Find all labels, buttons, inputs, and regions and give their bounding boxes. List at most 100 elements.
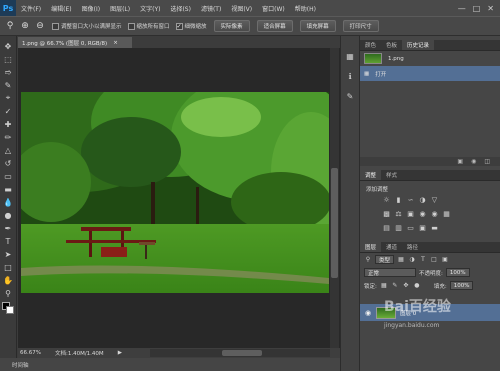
zoom-tool-icon[interactable]: ⚲ [4,20,16,32]
pixel-filter-icon[interactable]: ▦ [397,256,405,264]
history-panel-icon[interactable]: ▦ [344,50,356,62]
exposure-icon[interactable]: ◑ [418,196,427,205]
selective-color-icon[interactable]: ▣ [418,224,427,233]
black-white-icon[interactable]: ▣ [406,210,415,219]
blur-tool-icon[interactable]: 💧 [2,196,15,208]
tab-history[interactable]: 历史记录 [402,40,435,50]
fill-input[interactable]: 100% [449,281,474,290]
history-step-row[interactable]: ▦ 打开 [360,66,500,81]
dodge-tool-icon[interactable]: ● [2,209,15,221]
type-tool-icon[interactable]: T [2,235,15,247]
lock-transparent-icon[interactable]: ▦ [380,282,388,290]
adjustment-filter-icon[interactable]: ◑ [408,256,416,264]
eyedropper-tool-icon[interactable]: ✓ [2,105,15,117]
status-menu-arrow-icon[interactable]: ▶ [118,350,122,356]
brush-panel-icon[interactable]: ✎ [344,90,356,102]
lock-image-icon[interactable]: ✎ [391,282,399,290]
canvas-image[interactable] [21,92,329,293]
blend-mode-select[interactable]: 正常 [364,268,416,277]
levels-icon[interactable]: ▮ [394,196,403,205]
crop-tool-icon[interactable]: ⌖ [2,92,15,104]
horizontal-scrollbar-thumb[interactable] [222,350,262,356]
tab-color[interactable]: 颜色 [360,40,381,50]
tab-layers[interactable]: 图层 [360,242,382,252]
close-icon[interactable]: ✕ [487,4,494,13]
menu-file[interactable]: 文件(F) [16,4,46,13]
zoom-tool-icon-panel[interactable]: ⚲ [2,287,15,299]
channel-mixer-icon[interactable]: ◉ [430,210,439,219]
hue-saturation-icon[interactable]: ▩ [382,210,391,219]
horizontal-scrollbar[interactable] [150,349,330,357]
actual-pixels-button[interactable]: 实际像素 [213,20,250,32]
maximize-icon[interactable]: □ [473,4,481,13]
menu-select[interactable]: 选择(S) [165,4,196,13]
trash-icon[interactable]: ◫ [484,158,490,165]
gradient-map-icon[interactable]: ▬ [430,224,439,233]
layer-kind-select[interactable]: 类型 [375,255,395,264]
hand-tool-icon[interactable]: ✋ [2,274,15,286]
menu-view[interactable]: 视图(V) [226,4,257,13]
fit-screen-button[interactable]: 适合屏幕 [256,20,293,32]
vibrance-icon[interactable]: ▽ [430,196,439,205]
gradient-tool-icon[interactable]: ▬ [2,183,15,195]
marquee-tool-icon[interactable]: ⬚ [2,53,15,65]
tab-adjustments[interactable]: 调整 [360,170,382,180]
timeline-strip[interactable]: 时间轴 [0,358,340,371]
lasso-tool-icon[interactable]: ➱ [2,66,15,78]
menu-layer[interactable]: 图层(L) [105,4,135,13]
resize-window-checkbox[interactable] [52,22,59,30]
background-color-swatch[interactable] [5,306,14,314]
scrubby-zoom-checkbox[interactable]: ✓ [175,22,183,30]
curves-icon[interactable]: ∽ [406,196,415,205]
document-tab-close-icon[interactable]: × [113,40,118,46]
vertical-scrollbar[interactable] [330,48,339,348]
color-swatches[interactable] [1,302,15,314]
info-panel-icon[interactable]: ℹ [344,70,356,82]
zoom-level[interactable]: 66.67% [20,350,41,356]
threshold-icon[interactable]: ▭ [406,224,415,233]
move-tool-icon[interactable]: ✥ [2,40,15,52]
photo-filter-icon[interactable]: ◉ [418,210,427,219]
path-select-tool-icon[interactable]: ➤ [2,248,15,260]
color-balance-icon[interactable]: ⚖ [394,210,403,219]
invert-icon[interactable]: ▤ [382,224,391,233]
document-tab[interactable]: 1.png @ 66.7% (图层 0, RGB/8) × [18,37,132,48]
menu-help[interactable]: 帮助(H) [290,4,321,13]
history-brush-tool-icon[interactable]: ↺ [2,157,15,169]
menu-image[interactable]: 图像(I) [77,4,105,13]
history-snapshot-row[interactable]: 1.png [360,51,500,66]
quick-select-tool-icon[interactable]: ✎ [2,79,15,91]
zoom-in-icon[interactable]: ⊕ [19,20,31,32]
new-document-from-state-icon[interactable]: ▣ [457,158,463,165]
zoom-all-checkbox[interactable] [127,22,135,30]
zoom-out-icon[interactable]: ⊖ [34,20,46,32]
resize-window-option[interactable]: 调整窗口大小以满屏显示 [52,22,122,30]
opacity-input[interactable]: 100% [445,268,470,277]
menu-edit[interactable]: 编辑(E) [46,4,76,13]
brightness-contrast-icon[interactable]: ☼ [382,196,391,205]
visibility-eye-icon[interactable]: ◉ [364,309,372,317]
tab-swatches[interactable]: 色板 [381,40,402,50]
scrubby-zoom-option[interactable]: ✓ 细微缩放 [175,22,207,30]
smart-object-filter-icon[interactable]: ▣ [441,256,449,264]
posterize-icon[interactable]: ▥ [394,224,403,233]
menu-filter[interactable]: 滤镜(T) [196,4,226,13]
menu-window[interactable]: 窗口(W) [257,4,290,13]
brush-tool-icon[interactable]: ✏ [2,131,15,143]
vertical-scrollbar-thumb[interactable] [331,168,338,278]
shape-filter-icon[interactable]: □ [430,256,438,264]
tab-channels[interactable]: 通道 [381,242,402,252]
menu-type[interactable]: 文字(Y) [135,4,165,13]
minimize-icon[interactable]: — [458,4,466,13]
tab-styles[interactable]: 样式 [381,170,402,180]
shape-tool-icon[interactable]: □ [2,261,15,273]
tab-paths[interactable]: 路径 [402,242,423,252]
lock-all-icon[interactable]: ● [413,282,421,290]
lock-position-icon[interactable]: ✥ [402,282,410,290]
print-size-button[interactable]: 打印尺寸 [342,20,379,32]
pen-tool-icon[interactable]: ✒ [2,222,15,234]
healing-brush-tool-icon[interactable]: ✚ [2,118,15,130]
type-filter-icon[interactable]: T [419,256,427,264]
eraser-tool-icon[interactable]: ▭ [2,170,15,182]
zoom-all-option[interactable]: 缩放所有窗口 [127,22,170,30]
